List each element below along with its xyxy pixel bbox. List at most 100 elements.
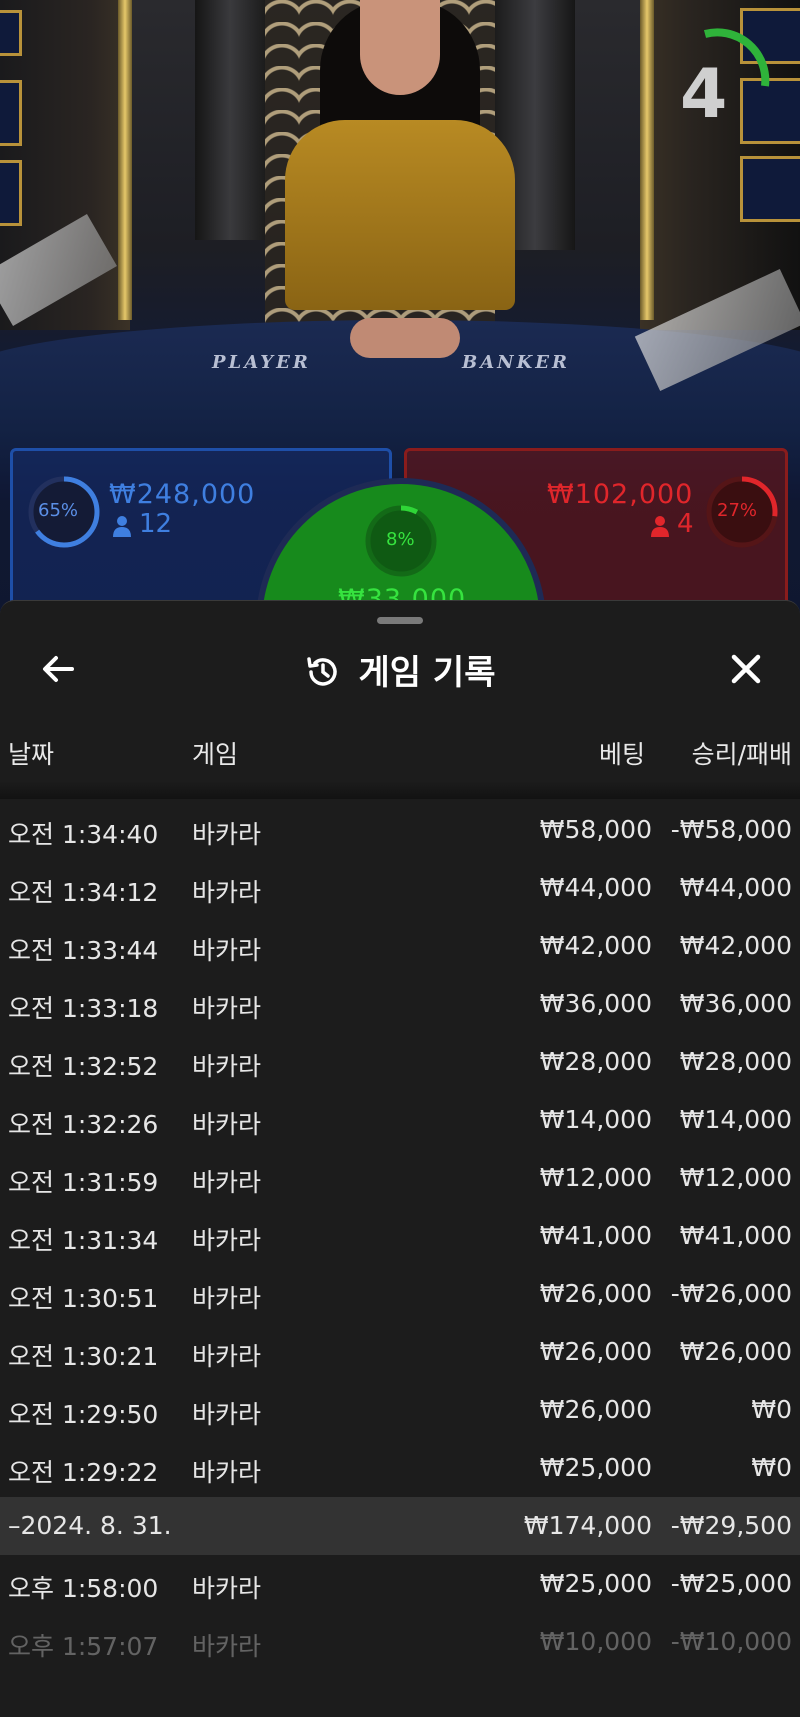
row-result: -₩25,000 — [670, 1569, 792, 1598]
row-bet: ₩10,000 — [539, 1627, 652, 1656]
row-bet: ₩26,000 — [539, 1395, 652, 1424]
row-time: 오전 1:34:12 — [8, 878, 159, 907]
row-result: ₩41,000 — [679, 1221, 792, 1250]
history-list: 오전 1:34:40 바카라 ₩58,000 -₩58,000 오전 1:34:12 바카… — [0, 801, 800, 1671]
player-bet-amount: ₩248,000 — [109, 479, 256, 510]
history-row[interactable]: 오전 1:34:12 바카라 ₩44,000 ₩44,000 — [0, 859, 800, 917]
row-game: 바카라 — [192, 878, 262, 907]
table-label-banker: BANKER — [462, 352, 570, 373]
row-bet: ₩14,000 — [539, 1105, 652, 1134]
column-header-bet: 베팅 — [598, 740, 645, 769]
row-time: 오전 1:30:51 — [8, 1284, 159, 1313]
row-time: 오전 1:31:59 — [8, 1168, 159, 1197]
row-result: ₩44,000 — [679, 873, 792, 902]
row-result: ₩28,000 — [679, 1047, 792, 1076]
row-game: 바카라 — [192, 1052, 262, 1081]
row-bet: ₩25,000 — [539, 1453, 652, 1482]
player-user-icon — [113, 516, 131, 537]
row-bet: ₩28,000 — [539, 1047, 652, 1076]
gold-pillar — [640, 0, 654, 320]
close-icon[interactable] — [724, 647, 768, 691]
history-icon — [306, 657, 337, 686]
row-bet: ₩58,000 — [539, 815, 652, 844]
banker-bettor-count: 4 — [677, 509, 694, 539]
history-row[interactable]: 오후 1:57:07 바카라 ₩10,000 -₩10,000 — [0, 1613, 800, 1671]
row-time: 오후 1:57:07 — [8, 1632, 159, 1661]
row-result: ₩0 — [751, 1395, 792, 1424]
gold-pillar — [118, 0, 132, 320]
row-bet: ₩41,000 — [539, 1221, 652, 1250]
row-game: 바카라 — [192, 1284, 262, 1313]
banker-user-icon — [651, 516, 669, 537]
dealer-hands — [350, 318, 460, 358]
banker-percent: 27% — [717, 500, 758, 521]
row-time: 오전 1:32:52 — [8, 1052, 159, 1081]
row-bet: ₩26,000 — [539, 1337, 652, 1366]
row-bet: ₩25,000 — [539, 1569, 652, 1598]
row-result: -₩26,000 — [670, 1279, 792, 1308]
game-history-sheet: 게임 기록 날짜 게임 베팅 승리/패배 오전 1:34:40 바카라 ₩58,00… — [0, 600, 800, 1717]
player-bettor-count: 12 — [139, 509, 173, 539]
dealer-face — [360, 0, 440, 95]
tie-percent: 8% — [386, 529, 415, 550]
row-time: 오전 1:29:50 — [8, 1400, 159, 1429]
row-bet: ₩26,000 — [539, 1279, 652, 1308]
curtain — [195, 0, 265, 240]
history-row[interactable]: 오전 1:31:59 바카라 ₩12,000 ₩12,000 — [0, 1149, 800, 1207]
row-bet-total: ₩174,000 — [523, 1511, 652, 1540]
row-game: 바카라 — [192, 994, 262, 1023]
row-bet: ₩12,000 — [539, 1163, 652, 1192]
drag-handle[interactable] — [377, 617, 423, 624]
header-divider — [0, 781, 800, 799]
row-time: 오전 1:33:44 — [8, 936, 159, 965]
row-result: ₩26,000 — [679, 1337, 792, 1366]
table-label-player: PLAYER — [212, 352, 311, 373]
row-time: 오전 1:34:40 — [8, 820, 159, 849]
row-time: 오전 1:31:34 — [8, 1226, 159, 1255]
row-game: 바카라 — [192, 1458, 262, 1487]
row-bet: ₩42,000 — [539, 931, 652, 960]
row-result: -₩58,000 — [670, 815, 792, 844]
history-row[interactable]: 오전 1:31:34 바카라 ₩41,000 ₩41,000 — [0, 1207, 800, 1265]
history-row[interactable]: 오후 1:58:00 바카라 ₩25,000 -₩25,000 — [0, 1555, 800, 1613]
row-result: ₩42,000 — [679, 931, 792, 960]
history-row[interactable]: 오전 1:32:26 바카라 ₩14,000 ₩14,000 — [0, 1091, 800, 1149]
row-result: ₩14,000 — [679, 1105, 792, 1134]
row-time: 오전 1:33:18 — [8, 994, 159, 1023]
history-row[interactable]: 오전 1:33:44 바카라 ₩42,000 ₩42,000 — [0, 917, 800, 975]
row-time: 오전 1:29:22 — [8, 1458, 159, 1487]
banker-bet-amount: ₩102,000 — [547, 479, 694, 510]
row-game: 바카라 — [192, 1110, 262, 1139]
sheet-header: 게임 기록 — [0, 645, 800, 694]
player-percent: 65% — [38, 500, 79, 521]
row-game: 바카라 — [192, 1574, 262, 1603]
row-date: –2024. 8. 31. — [8, 1511, 172, 1540]
date-summary-row[interactable]: –2024. 8. 31. ₩174,000 -₩29,500 — [0, 1497, 800, 1555]
row-game: 바카라 — [192, 1342, 262, 1371]
sheet-title: 게임 기록 — [358, 653, 496, 693]
dealer — [285, 120, 515, 310]
history-row[interactable]: 오전 1:32:52 바카라 ₩28,000 ₩28,000 — [0, 1033, 800, 1091]
row-time: 오전 1:32:26 — [8, 1110, 159, 1139]
row-result: ₩12,000 — [679, 1163, 792, 1192]
column-header-result: 승리/패배 — [691, 740, 792, 769]
row-bet: ₩36,000 — [539, 989, 652, 1018]
row-game: 바카라 — [192, 1400, 262, 1429]
column-header-game: 게임 — [192, 740, 239, 769]
live-video-stage: PLAYER BANKER 4 65% ₩248,000 12 ₩102,000… — [0, 0, 800, 620]
history-row[interactable]: 오전 1:30:51 바카라 ₩26,000 -₩26,000 — [0, 1265, 800, 1323]
history-row[interactable]: 오전 1:34:40 바카라 ₩58,000 -₩58,000 — [0, 801, 800, 859]
row-game: 바카라 — [192, 1632, 262, 1661]
history-row[interactable]: 오전 1:33:18 바카라 ₩36,000 ₩36,000 — [0, 975, 800, 1033]
row-time: 오후 1:58:00 — [8, 1574, 159, 1603]
row-time: 오전 1:30:21 — [8, 1342, 159, 1371]
row-game: 바카라 — [192, 1226, 262, 1255]
countdown-number: 4 — [680, 55, 728, 134]
history-row[interactable]: 오전 1:29:22 바카라 ₩25,000 ₩0 — [0, 1439, 800, 1497]
row-result: ₩36,000 — [679, 989, 792, 1018]
row-bet: ₩44,000 — [539, 873, 652, 902]
row-result: ₩0 — [751, 1453, 792, 1482]
history-row[interactable]: 오전 1:29:50 바카라 ₩26,000 ₩0 — [0, 1381, 800, 1439]
history-row[interactable]: 오전 1:30:21 바카라 ₩26,000 ₩26,000 — [0, 1323, 800, 1381]
row-result-total: -₩29,500 — [670, 1511, 792, 1540]
